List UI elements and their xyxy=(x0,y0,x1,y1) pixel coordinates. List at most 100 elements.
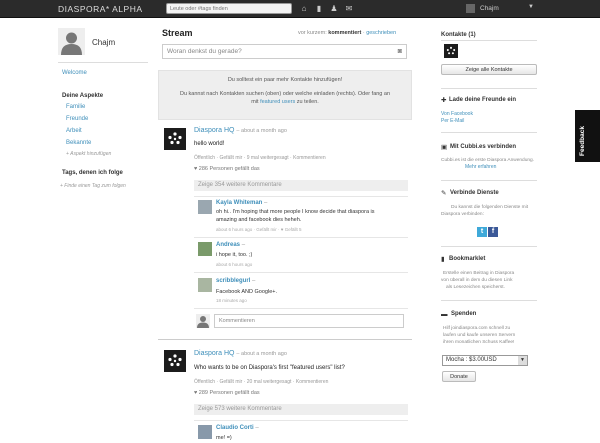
feedback-tab[interactable]: Feedback xyxy=(575,110,600,162)
services-heading: Verbinde Dienste xyxy=(450,190,499,196)
followed-tags-heading[interactable]: Tags, denen ich folge xyxy=(62,170,123,176)
publisher-placeholder: Woran denkst du gerade? xyxy=(167,48,242,55)
divider xyxy=(158,339,412,340)
divider xyxy=(194,237,408,238)
post-timestamp[interactable]: – about a month ago xyxy=(236,351,286,357)
profile-name[interactable]: Chajm xyxy=(92,38,115,47)
bookmark-icon: ▮ xyxy=(441,256,445,263)
comment-avatar[interactable] xyxy=(198,200,212,214)
contacts-icon[interactable]: ♟ xyxy=(329,4,339,14)
divider xyxy=(441,40,537,41)
notice-text: Du solltest ein paar mehr Kontakte hinzu… xyxy=(227,77,343,83)
sort-commented[interactable]: kommentiert xyxy=(328,30,361,36)
comment-text: amazing and facebook dies heheh. xyxy=(216,217,302,223)
profile-avatar[interactable] xyxy=(58,28,85,55)
aspect-item[interactable]: Arbeit xyxy=(66,128,82,134)
sort-posted[interactable]: geschrieben xyxy=(366,30,396,36)
bookmarklet-text: Erstelle einen Beitrag in Diaspora xyxy=(443,271,515,276)
top-navigation-bar: DIASPORA* ALPHA ⌂ ▮ ♟ ✉ Chajm ▼ xyxy=(0,0,600,18)
sort-separator: · xyxy=(362,30,365,36)
home-icon[interactable]: ⌂ xyxy=(299,4,309,14)
show-all-contacts-button[interactable]: Zeige alle Kontakte xyxy=(441,64,537,75)
chevron-down-icon[interactable]: ▼ xyxy=(518,356,527,365)
brand-logo[interactable]: DIASPORA* ALPHA xyxy=(58,4,143,14)
comment-meta[interactable]: 18 minutes ago xyxy=(216,298,247,303)
aspect-item[interactable]: Freunde xyxy=(66,116,88,122)
post-text: Who wants to be on Diaspora's first "fea… xyxy=(194,365,345,371)
aspect-item[interactable]: Familie xyxy=(66,104,85,110)
divider xyxy=(441,300,537,301)
comment-author[interactable]: Claudio Corti – xyxy=(216,425,259,431)
comment-meta[interactable]: about 6 hours ago · Gefällt mir · ♥ Gefä… xyxy=(216,227,301,232)
sort-prefix: vor kurzem: xyxy=(298,30,327,36)
camera-icon[interactable]: ◙ xyxy=(398,48,402,55)
cubbies-icon: ▣ xyxy=(441,144,448,151)
aspects-heading[interactable]: Deine Aspekte xyxy=(62,93,103,99)
find-tag-link[interactable]: + Finde einen Tag zum folgen xyxy=(60,182,148,190)
aspect-item[interactable]: Bekannte xyxy=(66,140,91,146)
cubbies-text: Cubbi.es ist die erste Diaspora Anwendun… xyxy=(441,158,535,163)
donate-icon: ▬ xyxy=(441,311,448,318)
post-timestamp[interactable]: – about a month ago xyxy=(236,128,286,134)
divider xyxy=(194,420,408,421)
comment-avatar[interactable] xyxy=(198,278,212,292)
donate-text: ihren monatlichen Schuss Kaffee! xyxy=(443,340,515,345)
user-menu-name[interactable]: Chajm xyxy=(480,5,499,12)
comment-placeholder: Kommentieren xyxy=(219,318,255,324)
comment-avatar[interactable] xyxy=(198,425,212,439)
comment-avatar[interactable] xyxy=(198,242,212,256)
twitter-icon[interactable]: t xyxy=(477,227,487,237)
contacts-heading: Kontakte (1) xyxy=(441,32,476,38)
post-text: hello world! xyxy=(194,141,225,147)
comment-author[interactable]: Kayla Whiteman – xyxy=(216,200,267,206)
show-more-comments[interactable]: Zeige 354 weitere Kommentare xyxy=(194,180,408,191)
post-author-avatar[interactable] xyxy=(164,128,186,150)
donate-heading: Spenden xyxy=(451,311,477,317)
post-author[interactable]: Diaspora HQ – about a month ago xyxy=(194,350,287,357)
services-text: Diaspora verbinden: xyxy=(441,212,484,217)
post-likes[interactable]: ♥ 289 Personen gefällt das xyxy=(194,390,260,396)
donate-amount-select[interactable]: Mocha : $3.00USD ▼ xyxy=(442,355,528,366)
services-text: Du kannst die folgenden Dienste mit xyxy=(451,205,529,210)
invite-email-link[interactable]: Per E-Mail xyxy=(441,118,464,125)
comment-meta[interactable]: about 6 hours ago xyxy=(216,262,252,267)
add-contacts-notice: Du solltest ein paar mehr Kontakte hinzu… xyxy=(158,70,412,120)
divider xyxy=(441,180,537,181)
post-likes[interactable]: ♥ 286 Personen gefällt das xyxy=(194,166,260,172)
show-more-comments[interactable]: Zeige 573 weitere Kommentare xyxy=(194,404,408,415)
search-input[interactable] xyxy=(166,3,292,14)
divider xyxy=(441,132,537,133)
cubbies-heading: Mit Cubbi.es verbinden xyxy=(450,144,517,150)
invite-heading: Lade deine Freunde ein xyxy=(449,97,517,103)
invite-facebook-link[interactable]: Von Facebook xyxy=(441,111,473,118)
comment-text: Facebook AND Google+. xyxy=(216,289,277,295)
welcome-link[interactable]: Welcome xyxy=(62,70,87,76)
publisher-input[interactable]: Woran denkst du gerade? ◙ xyxy=(162,44,407,59)
divider xyxy=(194,196,408,197)
post-author-avatar[interactable] xyxy=(164,350,186,372)
contact-avatar[interactable] xyxy=(444,44,458,58)
post-actions[interactable]: Öffentlich · Gefällt mir · 20 mal weiter… xyxy=(194,379,328,385)
post-actions[interactable]: Öffentlich · Gefällt mir · 9 mal weiterg… xyxy=(194,155,326,161)
wrench-icon: ✎ xyxy=(441,190,447,197)
divider xyxy=(194,308,408,309)
featured-users-link[interactable]: featured users xyxy=(260,99,295,105)
notifications-icon[interactable]: ▮ xyxy=(314,4,324,14)
post-author[interactable]: Diaspora HQ – about a month ago xyxy=(194,127,287,134)
notice-text: Du kannst nach Kontakten suchen (oben) o… xyxy=(179,91,391,97)
divider xyxy=(441,88,537,89)
bookmarklet-text[interactable]: von überall in dem du diesen Link xyxy=(441,277,512,284)
user-avatar[interactable] xyxy=(466,4,475,13)
add-aspect-link[interactable]: + Aspekt hinzufügen xyxy=(66,151,111,157)
comment-author[interactable]: Andreas – xyxy=(216,242,245,248)
chevron-down-icon[interactable]: ▼ xyxy=(528,4,534,10)
mail-icon[interactable]: ✉ xyxy=(344,4,354,14)
facebook-icon[interactable]: f xyxy=(488,227,498,237)
donate-button[interactable]: Donate xyxy=(442,371,476,382)
divider xyxy=(58,62,148,63)
comment-input[interactable]: Kommentieren xyxy=(214,314,404,328)
learn-more-link[interactable]: Mehr erfahren xyxy=(465,164,496,171)
comment-text: me! =) xyxy=(216,435,232,441)
comment-author[interactable]: scribblegurl – xyxy=(216,278,255,284)
divider xyxy=(194,272,408,273)
